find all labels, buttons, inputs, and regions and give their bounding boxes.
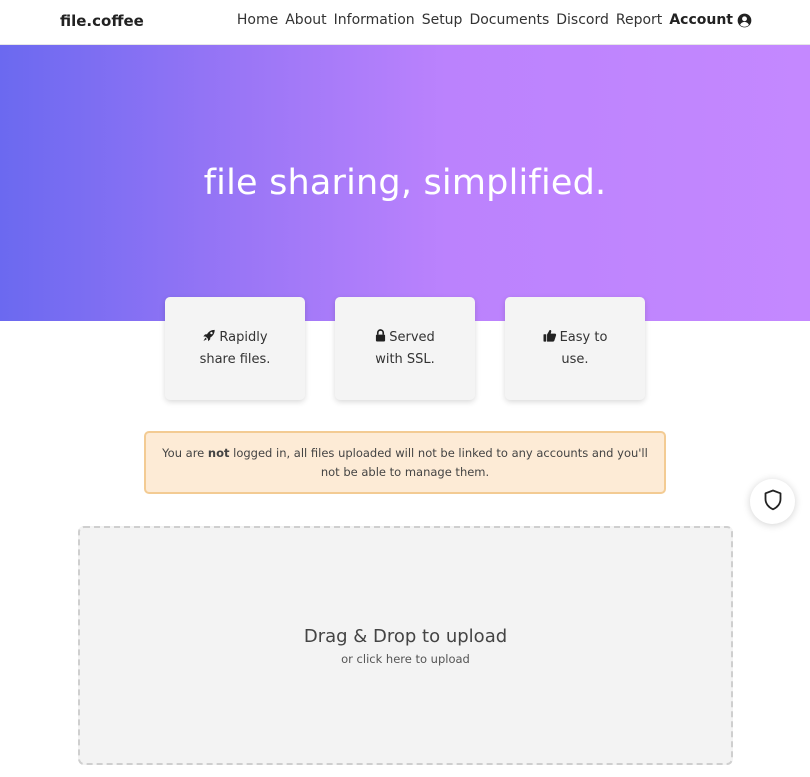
feature-easy-line1: Easy to: [559, 330, 608, 345]
nav-link-about[interactable]: About: [285, 12, 326, 28]
not-logged-in-notice: You are not logged in, all files uploade…: [144, 431, 666, 494]
nav-link-information[interactable]: Information: [334, 12, 415, 28]
notice-prefix: You are: [162, 445, 208, 460]
nav-link-setup[interactable]: Setup: [422, 12, 463, 28]
navbar: file.coffee Home About Information Setup…: [0, 0, 810, 45]
thumbs-up-icon: [543, 328, 557, 349]
feature-card-ssl: Served with SSL.: [335, 297, 475, 400]
dropzone-subtitle: or click here to upload: [341, 652, 470, 666]
upload-dropzone[interactable]: Drag & Drop to upload or click here to u…: [78, 526, 733, 765]
nav-link-discord[interactable]: Discord: [556, 12, 609, 28]
hero-headline: file sharing, simplified.: [203, 163, 607, 203]
feature-card-easy: Easy to use.: [505, 297, 645, 400]
brand-logo[interactable]: file.coffee: [60, 12, 144, 30]
feature-rapid-line2: share files.: [199, 352, 271, 367]
notice-text: You are not logged in, all files uploade…: [152, 444, 658, 482]
privacy-shield-button[interactable]: [750, 479, 795, 524]
notice-suffix: logged in, all files uploaded will not b…: [229, 445, 648, 479]
main-nav: Home About Information Setup Documents D…: [230, 12, 752, 28]
feature-ssl-line2: with SSL.: [375, 352, 435, 367]
account-label: Account: [669, 12, 733, 28]
nav-link-home[interactable]: Home: [237, 12, 278, 28]
feature-easy-line2: use.: [561, 352, 589, 367]
feature-ssl-line1: Served: [389, 330, 435, 345]
nav-account-button[interactable]: Account: [669, 12, 752, 28]
feature-card-rapid: Rapidly share files.: [165, 297, 305, 400]
nav-link-report[interactable]: Report: [616, 12, 662, 28]
hero-banner: file sharing, simplified.: [0, 45, 810, 321]
dropzone-title: Drag & Drop to upload: [303, 626, 508, 647]
rocket-icon: [202, 328, 216, 349]
notice-emphasis: not: [207, 445, 230, 460]
user-circle-icon: [737, 13, 752, 28]
nav-link-documents[interactable]: Documents: [469, 12, 549, 28]
lock-icon: [375, 328, 386, 349]
feature-rapid-line1: Rapidly: [219, 330, 268, 345]
shield-icon: [763, 489, 783, 515]
